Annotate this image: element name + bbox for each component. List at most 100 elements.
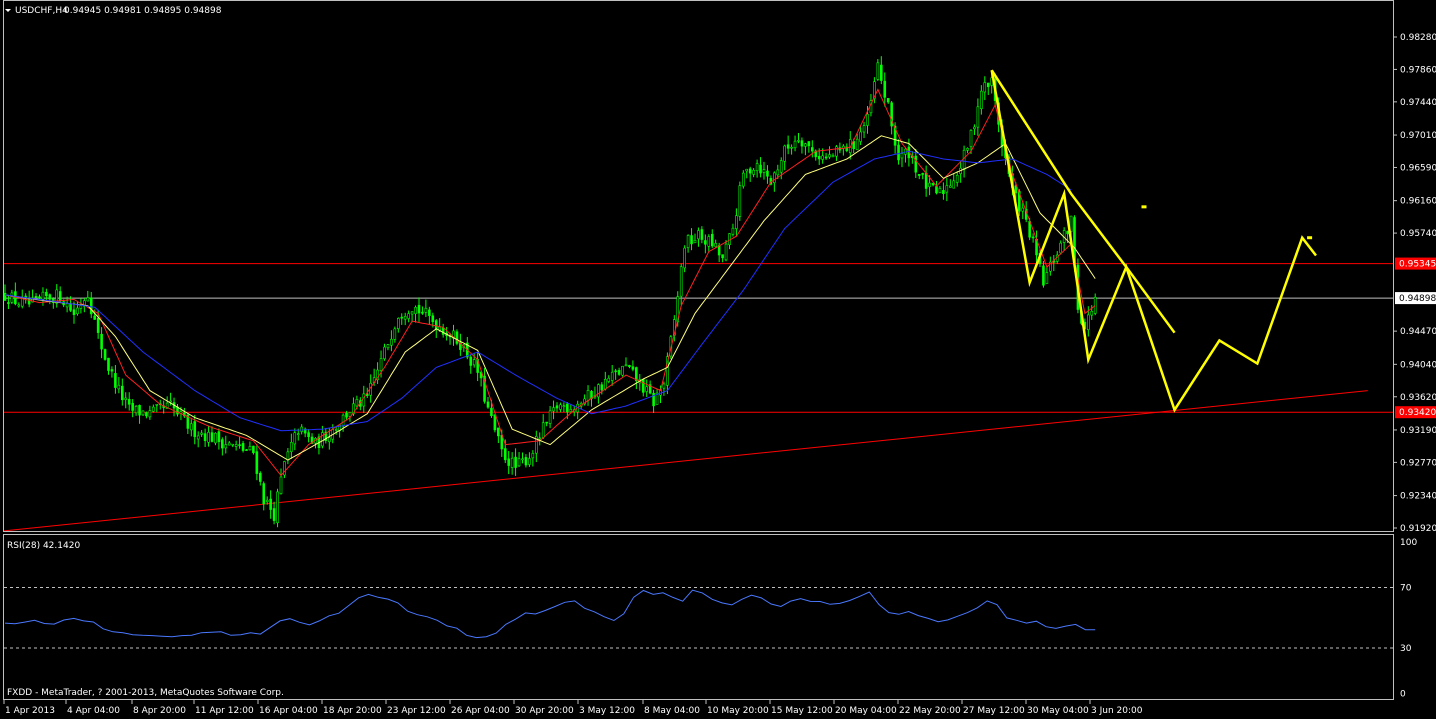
candle-body (662, 383, 666, 389)
candle-body (307, 432, 310, 437)
candle-body (807, 141, 811, 147)
candle-body (72, 309, 76, 316)
candle-body (434, 320, 438, 330)
candle-body (96, 318, 100, 333)
candle-body (169, 400, 172, 403)
candle-body (469, 356, 473, 366)
candle-body (379, 358, 383, 371)
candle-body (1087, 314, 1090, 331)
candle-body (438, 326, 442, 331)
candle-body (293, 432, 297, 445)
price-label-current-bid: 0.94898 (1399, 294, 1436, 304)
candle-body (107, 357, 110, 371)
candle-body (969, 130, 973, 147)
price-label-lower-support: 0.93420 (1399, 408, 1436, 418)
time-tick-label: 11 Apr 12:00 (195, 706, 254, 716)
candle-body (486, 401, 490, 408)
candle-body (45, 291, 48, 297)
candle-body (693, 240, 697, 244)
price-tick-label: 0.96160 (1400, 197, 1436, 207)
time-tick-label: 18 Apr 20:00 (323, 706, 382, 716)
candle-body (773, 172, 776, 183)
candle-body (821, 155, 824, 160)
candle-body (883, 80, 887, 98)
candle-body (938, 188, 942, 193)
candle-body (835, 146, 838, 157)
candle-body (41, 291, 45, 300)
candle-body (400, 316, 404, 319)
rsi-header: RSI(28) 42.1420 (7, 541, 80, 551)
projection-dot (1141, 205, 1147, 209)
candle-body (127, 398, 131, 405)
candle-body (121, 385, 124, 401)
candle-body (800, 140, 804, 147)
candle-body (507, 458, 511, 466)
candle-body (234, 444, 238, 447)
candle-body (897, 144, 900, 161)
candle-body (217, 431, 221, 442)
candle-body (621, 366, 624, 376)
candle-body (810, 147, 814, 152)
candle-body (962, 149, 966, 170)
candle-body (738, 185, 742, 217)
candle-body (617, 370, 621, 375)
rsi-tick-label: 70 (1400, 583, 1412, 593)
candle-body (262, 483, 266, 505)
candle-body (383, 346, 386, 360)
candle-body (390, 338, 393, 346)
time-tick-label: 15 May 12:00 (771, 706, 833, 716)
candle-body (89, 297, 93, 315)
candle-body (200, 432, 203, 435)
candle-body (65, 303, 69, 308)
candle-body (7, 302, 10, 304)
candle-body (148, 410, 152, 418)
chart-window[interactable]: 0.98280 0.97860 0.97440 0.97010 0.96590 0.961… (0, 0, 1436, 719)
candle-body (110, 369, 114, 372)
candle-body (17, 304, 21, 307)
candle-body (921, 173, 925, 175)
candle-body (614, 370, 617, 373)
time-tick-label: 3 Jun 20:00 (1091, 706, 1143, 716)
candle-body (945, 185, 949, 193)
candle-body (817, 155, 821, 160)
candle-body (203, 433, 207, 441)
price-tick-label: 0.96590 (1400, 163, 1436, 173)
candle-body (724, 243, 728, 261)
candle-body (93, 315, 96, 320)
price-tick-label: 0.94040 (1400, 360, 1436, 370)
candle-body (855, 138, 859, 150)
candle-body (497, 427, 500, 437)
candle-body (152, 406, 155, 412)
candle-body (786, 144, 790, 149)
candle-body (717, 245, 721, 256)
candle-body (531, 453, 535, 459)
candle-body (396, 318, 400, 329)
projection-dot (1307, 236, 1313, 240)
candle-body (559, 404, 562, 410)
candle-body (779, 160, 783, 173)
time-tick-label: 16 Apr 04:00 (259, 706, 318, 716)
candle-body (548, 410, 552, 424)
candle-body (748, 168, 752, 174)
candle-body (545, 421, 548, 424)
time-tick-label: 20 May 04:00 (835, 706, 897, 716)
candle-body (145, 412, 148, 417)
candle-body (690, 235, 693, 245)
time-tick-label: 23 Apr 12:00 (387, 706, 446, 716)
candle-body (276, 491, 279, 524)
candle-body (986, 82, 990, 88)
candle-body (566, 403, 569, 413)
candle-body (503, 448, 507, 461)
candle-body (586, 390, 590, 401)
candle-body (1031, 236, 1035, 239)
candle-body (793, 140, 797, 149)
price-tick-label: 0.97010 (1400, 131, 1436, 141)
candle-body (679, 266, 683, 297)
candle-body (327, 437, 331, 442)
candle-body (555, 405, 559, 409)
candle-body (248, 446, 252, 451)
time-tick-label: 22 May 20:00 (899, 706, 961, 716)
candle-body (603, 379, 607, 390)
candle-body (597, 384, 600, 398)
candle-body (238, 444, 241, 446)
